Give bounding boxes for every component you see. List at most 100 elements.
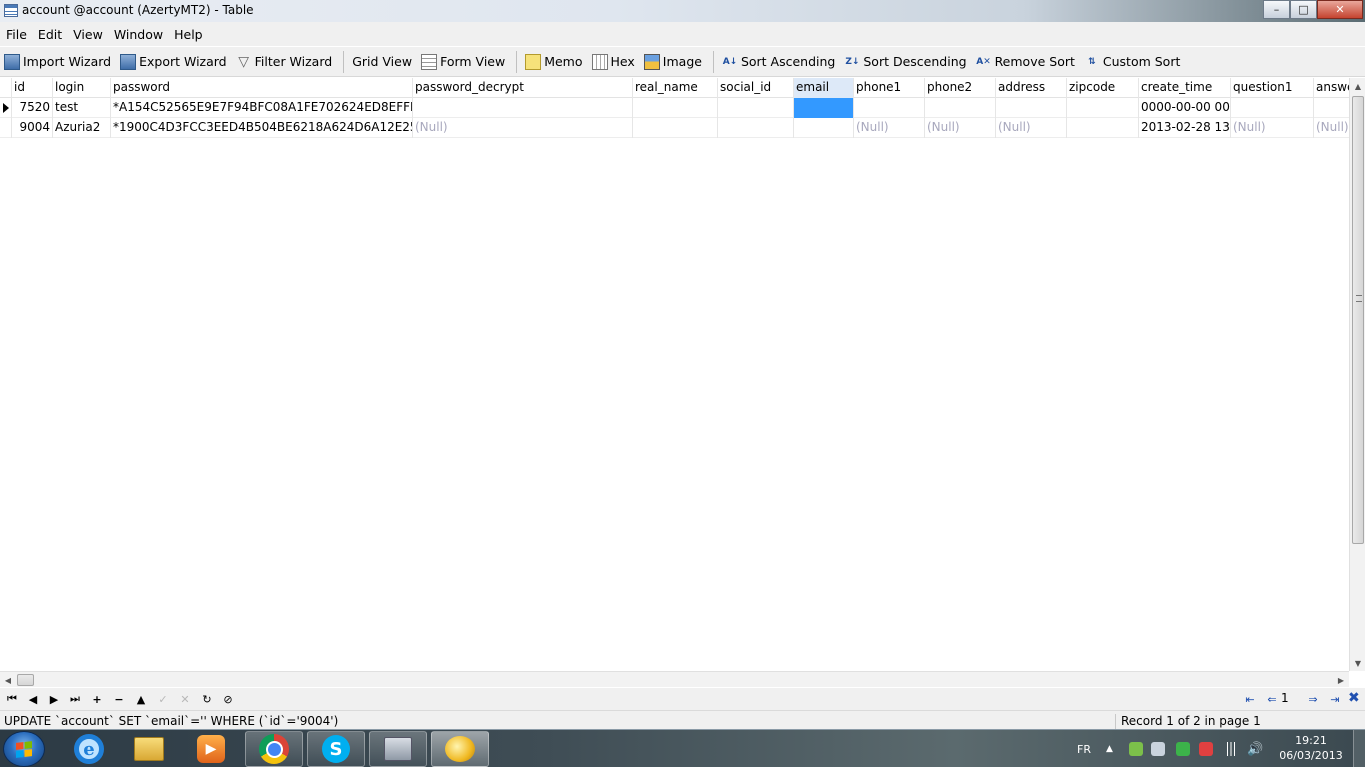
remove-sort-button[interactable]: A✕ Remove Sort [976,54,1075,70]
cell-password-decrypt[interactable] [413,98,633,118]
cell-phone1[interactable]: (Null) [854,118,925,138]
first-record-icon[interactable]: ⏮ [3,691,21,707]
start-button[interactable] [3,731,45,767]
cell-create-time[interactable]: 0000-00-00 00:00 [1139,98,1231,118]
filter-wizard-button[interactable]: ▽ Filter Wizard [236,54,332,70]
tray-security-icon[interactable] [1176,742,1190,756]
scroll-down-icon[interactable]: ▼ [1350,655,1365,671]
prior-record-icon[interactable]: ◀ [24,691,42,707]
last-page-icon[interactable]: ⇥ [1326,691,1344,707]
cell-email-selected[interactable] [794,98,854,118]
vertical-scrollbar[interactable]: ▲ ▼ [1349,78,1365,671]
language-indicator[interactable]: FR [1077,730,1091,767]
cell-address[interactable] [996,98,1067,118]
horizontal-scrollbar[interactable]: ◀ ▶ [0,671,1349,687]
discard-changes-icon[interactable]: ✕ [176,691,194,707]
taskbar-chrome[interactable] [245,731,303,767]
column-header-answer[interactable]: answe [1314,78,1349,98]
cell-id[interactable]: 7520 [12,98,53,118]
cell-login[interactable]: Azuria2 [53,118,111,138]
column-header-zipcode[interactable]: zipcode [1067,78,1139,98]
column-header-create-time[interactable]: create_time [1139,78,1231,98]
apply-changes-icon[interactable]: ✓ [154,691,172,707]
table-row[interactable]: 7520 test *A154C52565E9E7F94BFC08A1FE702… [0,98,1349,118]
prior-page-icon[interactable]: ⇐ [1263,691,1281,707]
taskbar-skype[interactable]: S [307,731,365,767]
sort-descending-button[interactable]: Z↓ Sort Descending [844,54,966,70]
column-header-id[interactable]: id [12,78,53,98]
cell-question1[interactable]: (Null) [1231,118,1314,138]
column-header-phone2[interactable]: phone2 [925,78,996,98]
column-header-password[interactable]: password [111,78,413,98]
system-clock[interactable]: 19:21 06/03/2013 [1274,733,1348,763]
show-hidden-icons-icon[interactable]: ▲ [1106,730,1113,767]
memo-button[interactable]: Memo [525,53,583,70]
maximize-button[interactable]: □ [1290,0,1317,19]
edit-record-icon[interactable]: ▲ [132,691,150,707]
cell-email[interactable] [794,118,854,138]
cell-social-id[interactable] [718,98,794,118]
cell-zipcode[interactable] [1067,98,1139,118]
column-header-phone1[interactable]: phone1 [854,78,925,98]
cell-password[interactable]: *A154C52565E9E7F94BFC08A1FE702624ED8EFFD… [111,98,413,118]
add-record-icon[interactable]: + [88,691,106,707]
column-header-login[interactable]: login [53,78,111,98]
cell-question1[interactable] [1231,98,1314,118]
cell-real-name[interactable] [633,98,718,118]
cell-phone2[interactable]: (Null) [925,118,996,138]
cell-login[interactable]: test [53,98,111,118]
table-row[interactable]: 9004 Azuria2 *1900C4D3FCC3EED4B504BE6218… [0,118,1349,138]
minimize-button[interactable]: – [1263,0,1290,19]
cell-create-time[interactable]: 2013-02-28 13:45 [1139,118,1231,138]
cell-answer[interactable] [1314,98,1349,118]
hex-button[interactable]: Hex [591,53,635,70]
image-button[interactable]: Image [643,53,702,70]
tray-update-icon[interactable] [1129,742,1143,756]
scroll-up-icon[interactable]: ▲ [1350,78,1365,94]
cell-address[interactable]: (Null) [996,118,1067,138]
cell-answer[interactable]: (Null) [1314,118,1349,138]
scroll-right-icon[interactable]: ▶ [1333,672,1349,688]
cell-real-name[interactable] [633,118,718,138]
custom-sort-button[interactable]: ⇅ Custom Sort [1084,54,1180,70]
menu-view[interactable]: View [73,27,103,42]
next-record-icon[interactable]: ▶ [45,691,63,707]
settings-icon[interactable]: ✖ [1348,690,1364,708]
import-wizard-button[interactable]: Import Wizard [4,53,111,70]
taskbar-media-player[interactable]: ▶ [182,731,240,767]
column-header-address[interactable]: address [996,78,1067,98]
export-wizard-button[interactable]: Export Wizard [120,53,227,70]
last-record-icon[interactable]: ⏭ [66,691,84,707]
column-header-password-decrypt[interactable]: password_decrypt [413,78,633,98]
stop-icon[interactable]: ⊘ [219,691,237,707]
cell-password-decrypt[interactable]: (Null) [413,118,633,138]
cell-social-id[interactable] [718,118,794,138]
column-header-email[interactable]: email [794,78,854,98]
network-icon[interactable] [1224,742,1238,756]
page-number[interactable]: 1 [1281,691,1303,707]
first-page-icon[interactable]: ⇤ [1241,691,1259,707]
volume-icon[interactable]: 🔊 [1247,730,1263,767]
column-header-real-name[interactable]: real_name [633,78,718,98]
horizontal-scroll-thumb[interactable] [17,674,34,686]
close-button[interactable]: ✕ [1317,0,1363,19]
cell-id[interactable]: 9004 [12,118,53,138]
cell-password[interactable]: *1900C4D3FCC3EED4B504BE6218A624D6A12E250… [111,118,413,138]
grid-view-button[interactable]: Grid View [0,54,412,141]
vertical-scroll-thumb[interactable] [1352,96,1364,544]
refresh-icon[interactable]: ↻ [198,691,216,707]
taskbar-explorer[interactable] [120,731,178,767]
cell-zipcode[interactable] [1067,118,1139,138]
show-desktop-button[interactable] [1353,730,1365,767]
taskbar-remote-desktop[interactable] [369,731,427,767]
menu-help[interactable]: Help [174,27,203,42]
cell-phone2[interactable] [925,98,996,118]
taskbar-internet-explorer[interactable]: e [60,731,118,767]
column-header-question1[interactable]: question1 [1231,78,1314,98]
scroll-left-icon[interactable]: ◀ [0,672,16,688]
tray-alert-icon[interactable] [1199,742,1213,756]
sort-ascending-button[interactable]: A↓ Sort Ascending [722,54,836,70]
cell-phone1[interactable] [854,98,925,118]
menu-window[interactable]: Window [114,27,163,42]
form-view-button[interactable]: Form View [421,53,505,70]
